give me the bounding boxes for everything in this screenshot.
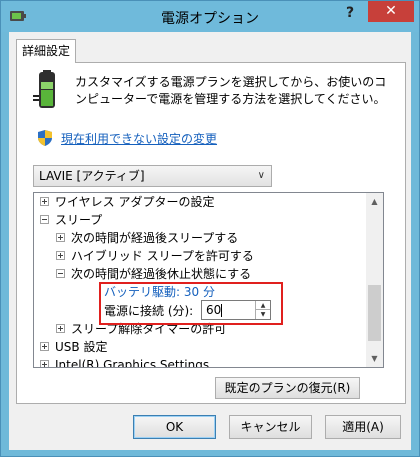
tree-item-hibernate-after[interactable]: 次の時間が経過後休止状態にする [56,265,251,283]
collapse-icon[interactable] [56,269,65,278]
ok-button[interactable]: OK [133,415,216,439]
plugged-minutes-stepper[interactable]: 60 ▲ ▼ [201,300,271,320]
close-button[interactable]: ✕ [368,1,414,22]
tree-item-wake-timers[interactable]: スリープ解除タイマーの許可 [56,320,226,338]
collapse-icon[interactable] [40,215,49,224]
scroll-down-icon[interactable]: ▼ [366,350,383,367]
battery-setting-row[interactable]: バッテリ駆動: 30 分 [104,283,215,301]
spin-down-icon[interactable]: ▼ [255,310,270,319]
expand-icon[interactable] [56,324,65,333]
expand-icon[interactable] [40,197,49,206]
tree-item-hybrid-sleep[interactable]: ハイブリッド スリープを許可する [56,247,254,265]
scroll-up-icon[interactable]: ▲ [366,193,383,210]
spin-up-icon[interactable]: ▲ [255,301,270,310]
plugged-minutes-value[interactable]: 60 [206,302,221,318]
tree-item-label: スリープ解除タイマーの許可 [71,322,227,336]
uac-shield-icon [38,130,52,146]
battery-setting-value[interactable]: 30 分 [184,285,215,299]
plugged-setting-label: 電源に接続 (分): [104,304,194,318]
power-options-window: 電源オプション ? ✕ 詳細設定 カスタマイズする電源プランを選択してから、お使… [0,0,420,457]
scroll-thumb[interactable] [368,285,381,341]
vertical-scrollbar[interactable]: ▲ ▼ [366,193,383,367]
chevron-down-icon: ∨ [257,170,265,181]
apply-button[interactable]: 適用(A) [325,415,401,439]
restore-defaults-button[interactable]: 既定のプランの復元(R) [215,377,360,399]
tree-item-wireless[interactable]: ワイヤレス アダプターの設定 [40,193,214,211]
dialog-body: 詳細設定 カスタマイズする電源プランを選択してから、お使いのコンピューターで電源… [9,32,411,450]
change-unavailable-settings-link[interactable]: 現在利用できない設定の変更 [61,130,217,147]
cancel-button[interactable]: キャンセル [229,415,312,439]
tree-item-label: スリープ [55,213,103,227]
tree-item-sleep[interactable]: スリープ [40,211,102,229]
tree-item-intel-graphics[interactable]: Intel(R) Graphics Settings [40,356,210,368]
expand-icon[interactable] [40,342,49,351]
battery-setting-label: バッテリ駆動: [104,285,181,299]
tree-item-label: ワイヤレス アダプターの設定 [55,195,215,209]
expand-icon[interactable] [56,251,65,260]
expand-icon[interactable] [40,360,49,367]
tree-item-usb[interactable]: USB 設定 [40,338,107,356]
text-caret [221,304,222,317]
settings-tree[interactable]: ワイヤレス アダプターの設定 スリープ 次の時間が経過後スリープする ハイブリッ… [33,192,384,368]
description-text: カスタマイズする電源プランを選択してから、お使いのコンピューターで電源を管理する… [75,75,387,106]
tree-item-label: USB 設定 [55,340,108,354]
battery-plug-icon [33,70,55,108]
help-button[interactable]: ? [337,3,363,23]
tree-item-sleep-after[interactable]: 次の時間が経過後スリープする [56,229,238,247]
tab-advanced-settings[interactable]: 詳細設定 [16,39,76,63]
tree-item-label: 次の時間が経過後休止状態にする [71,267,252,281]
tree-item-label: Intel(R) Graphics Settings [55,358,210,368]
tree-item-label: ハイブリッド スリープを許可する [71,249,254,263]
power-plan-value: LAVIE [アクティブ] [39,169,145,183]
tree-item-label: 次の時間が経過後スリープする [71,231,239,245]
expand-icon[interactable] [56,233,65,242]
plugged-setting-row: 電源に接続 (分): [104,302,193,320]
title-bar[interactable]: 電源オプション ? ✕ [1,1,419,32]
power-plan-select[interactable]: LAVIE [アクティブ] ∨ [33,165,272,187]
